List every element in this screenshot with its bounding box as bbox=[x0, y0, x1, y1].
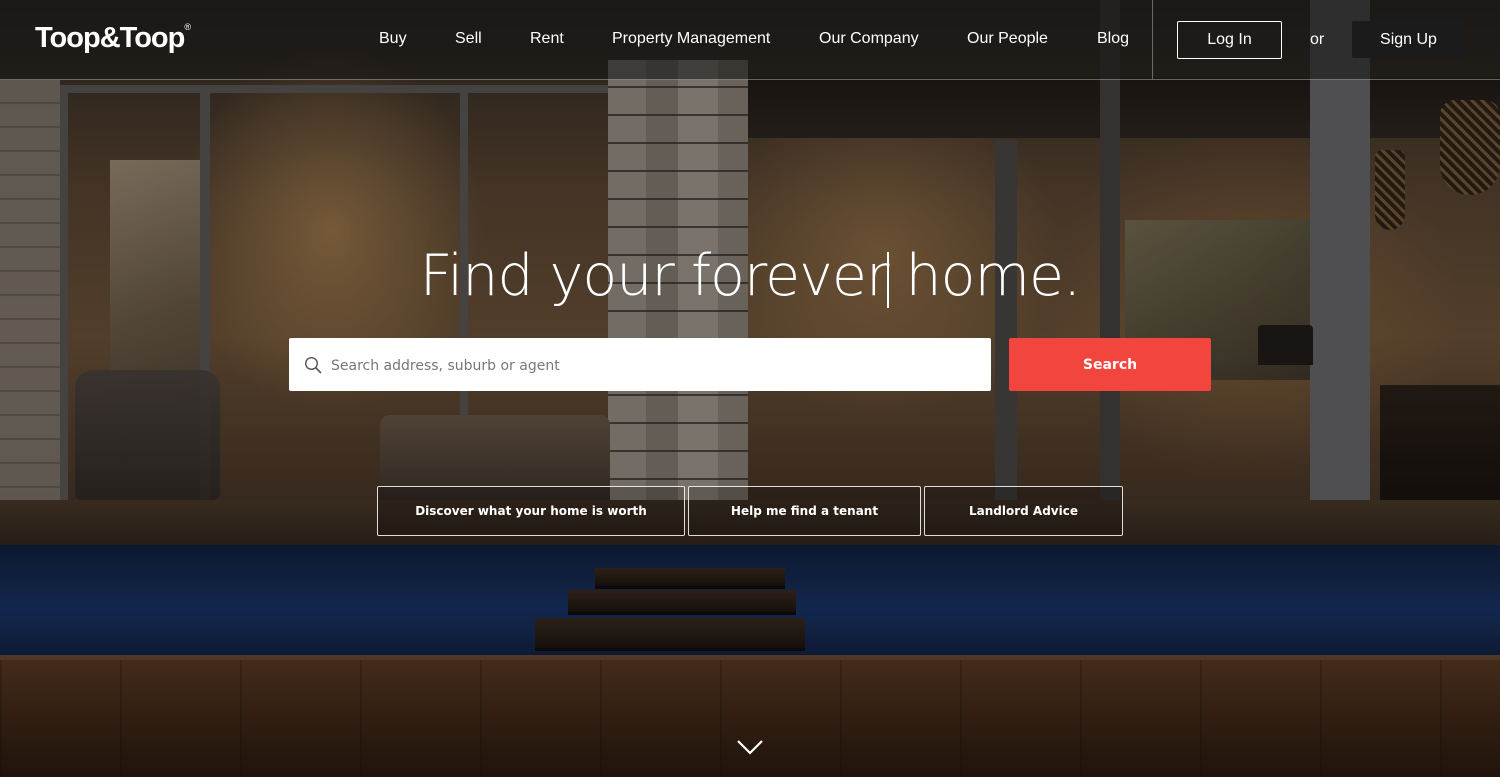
home-worth-button[interactable]: Discover what your home is worth bbox=[377, 486, 685, 536]
nav-blog[interactable]: Blog bbox=[1097, 30, 1129, 48]
registered-mark: ® bbox=[184, 22, 191, 33]
landlord-advice-button[interactable]: Landlord Advice bbox=[924, 486, 1123, 536]
nav-buy[interactable]: Buy bbox=[379, 30, 407, 48]
chevron-down-icon[interactable] bbox=[736, 737, 764, 757]
search-input[interactable] bbox=[329, 338, 973, 393]
hero-title: Find your forever home. bbox=[419, 243, 1081, 309]
or-label: or bbox=[1310, 31, 1325, 48]
site-header: Toop&Toop® Buy Sell Rent Property Manage… bbox=[0, 0, 1500, 80]
text-cursor bbox=[887, 252, 889, 308]
search-bar[interactable] bbox=[289, 338, 991, 393]
nav-property-management[interactable]: Property Management bbox=[612, 30, 770, 48]
login-button[interactable]: Log In bbox=[1177, 21, 1282, 59]
header-divider bbox=[1152, 0, 1153, 79]
search-icon bbox=[304, 356, 322, 374]
logo-text: Toop&Toop bbox=[35, 22, 185, 54]
nav-our-company[interactable]: Our Company bbox=[819, 30, 919, 48]
nav-sell[interactable]: Sell bbox=[455, 30, 482, 48]
logo[interactable]: Toop&Toop® bbox=[35, 22, 191, 55]
find-tenant-button[interactable]: Help me find a tenant bbox=[688, 486, 921, 536]
signup-button[interactable]: Sign Up bbox=[1352, 21, 1465, 58]
nav-rent[interactable]: Rent bbox=[530, 30, 564, 48]
nav-our-people[interactable]: Our People bbox=[967, 30, 1048, 48]
search-button[interactable]: Search bbox=[1009, 338, 1211, 391]
